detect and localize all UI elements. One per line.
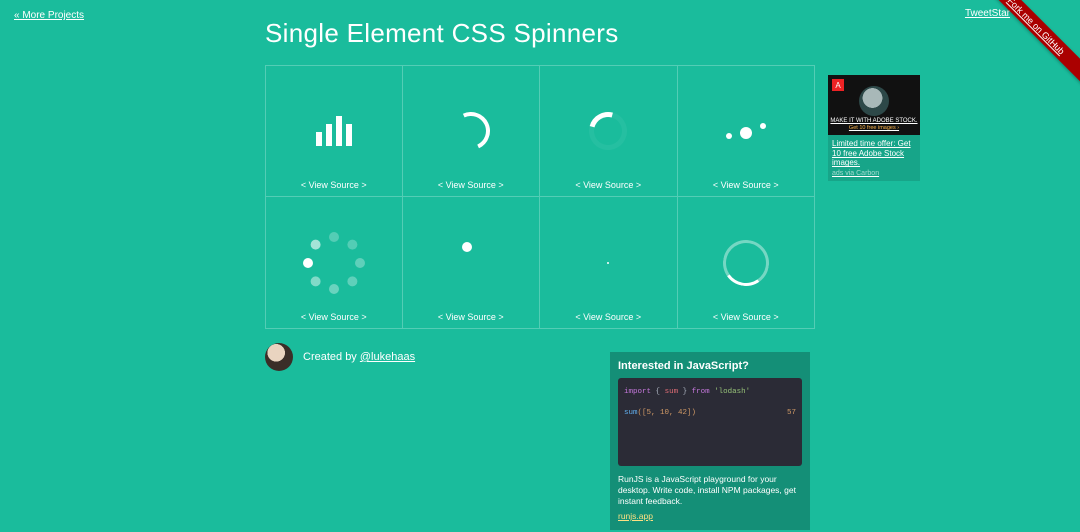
- open-circle-spinner-icon: [719, 236, 772, 289]
- more-projects-link[interactable]: « More Projects: [14, 10, 84, 21]
- author-avatar-icon: [265, 343, 293, 371]
- view-source-link[interactable]: < View Source >: [266, 312, 402, 322]
- spinner-cell: < View Source >: [540, 65, 678, 197]
- carbon-ad-image: A MAKE IT WITH ADOBE STOCK. Get 10 free …: [828, 75, 920, 135]
- author-handle-link[interactable]: @lukehaas: [360, 351, 415, 363]
- spinner-grid: < View Source > < View Source > < View S…: [265, 65, 815, 329]
- spinner-cell: < View Source >: [265, 197, 403, 329]
- page-title: Single Element CSS Spinners: [265, 18, 815, 49]
- js-promo-box: Interested in JavaScript? import { sum }…: [610, 352, 810, 530]
- code-brace: {: [656, 388, 661, 396]
- spinner-cell: < View Source >: [678, 65, 816, 197]
- promo-heading: Interested in JavaScript?: [618, 360, 802, 372]
- spinner-cell: < View Source >: [265, 65, 403, 197]
- bar-spinner-icon: [316, 116, 352, 146]
- carbon-copy: Limited time offer: Get 10 free Adobe St…: [828, 135, 920, 170]
- view-source-link[interactable]: < View Source >: [678, 312, 815, 322]
- code-string: 'lodash': [714, 388, 750, 396]
- code-keyword: from: [692, 388, 710, 396]
- spinner-cell: < View Source >: [403, 65, 541, 197]
- carbon-subhead: Get 10 free images ›: [849, 125, 899, 131]
- code-result: 57: [787, 407, 796, 420]
- dot-ring-spinner-icon: [302, 231, 366, 295]
- spinner-cell: < View Source >: [403, 197, 541, 329]
- tweet-star-link[interactable]: TweetStar: [965, 8, 1010, 19]
- code-args: ([5, 10, 42]): [638, 409, 697, 417]
- code-keyword: import: [624, 388, 651, 396]
- carbon-ad[interactable]: A MAKE IT WITH ADOBE STOCK. Get 10 free …: [828, 75, 920, 181]
- spinner-cell: < View Source >: [678, 197, 816, 329]
- three-dots-spinner-icon: [726, 123, 766, 139]
- code-ident: sum: [665, 388, 679, 396]
- view-source-link[interactable]: < View Source >: [403, 312, 540, 322]
- code-fn: sum: [624, 409, 638, 417]
- view-source-link[interactable]: < View Source >: [266, 180, 402, 190]
- promo-link[interactable]: runjs.app: [618, 511, 653, 521]
- credit-prefix: Created by: [303, 351, 360, 363]
- single-dot-spinner-icon: [462, 242, 472, 252]
- carbon-headline: MAKE IT WITH ADOBE STOCK.: [830, 118, 917, 125]
- code-snippet: import { sum } from 'lodash' sum([5, 10,…: [618, 378, 802, 466]
- view-source-link[interactable]: < View Source >: [540, 180, 677, 190]
- spinner-cell: < View Source >: [540, 197, 678, 329]
- view-source-link[interactable]: < View Source >: [678, 180, 815, 190]
- fading-arc-spinner-icon: [582, 105, 634, 157]
- tiny-dot-spinner-icon: [607, 262, 609, 264]
- ad-face-graphic-icon: [859, 86, 889, 116]
- code-brace: }: [683, 388, 688, 396]
- adobe-logo-icon: A: [832, 79, 844, 91]
- promo-description: RunJS is a JavaScript playground for you…: [618, 474, 802, 507]
- carbon-via: ads via Carbon: [828, 170, 920, 177]
- view-source-link[interactable]: < View Source >: [403, 180, 540, 190]
- view-source-link[interactable]: < View Source >: [540, 312, 677, 322]
- arc-spinner-icon: [446, 107, 495, 156]
